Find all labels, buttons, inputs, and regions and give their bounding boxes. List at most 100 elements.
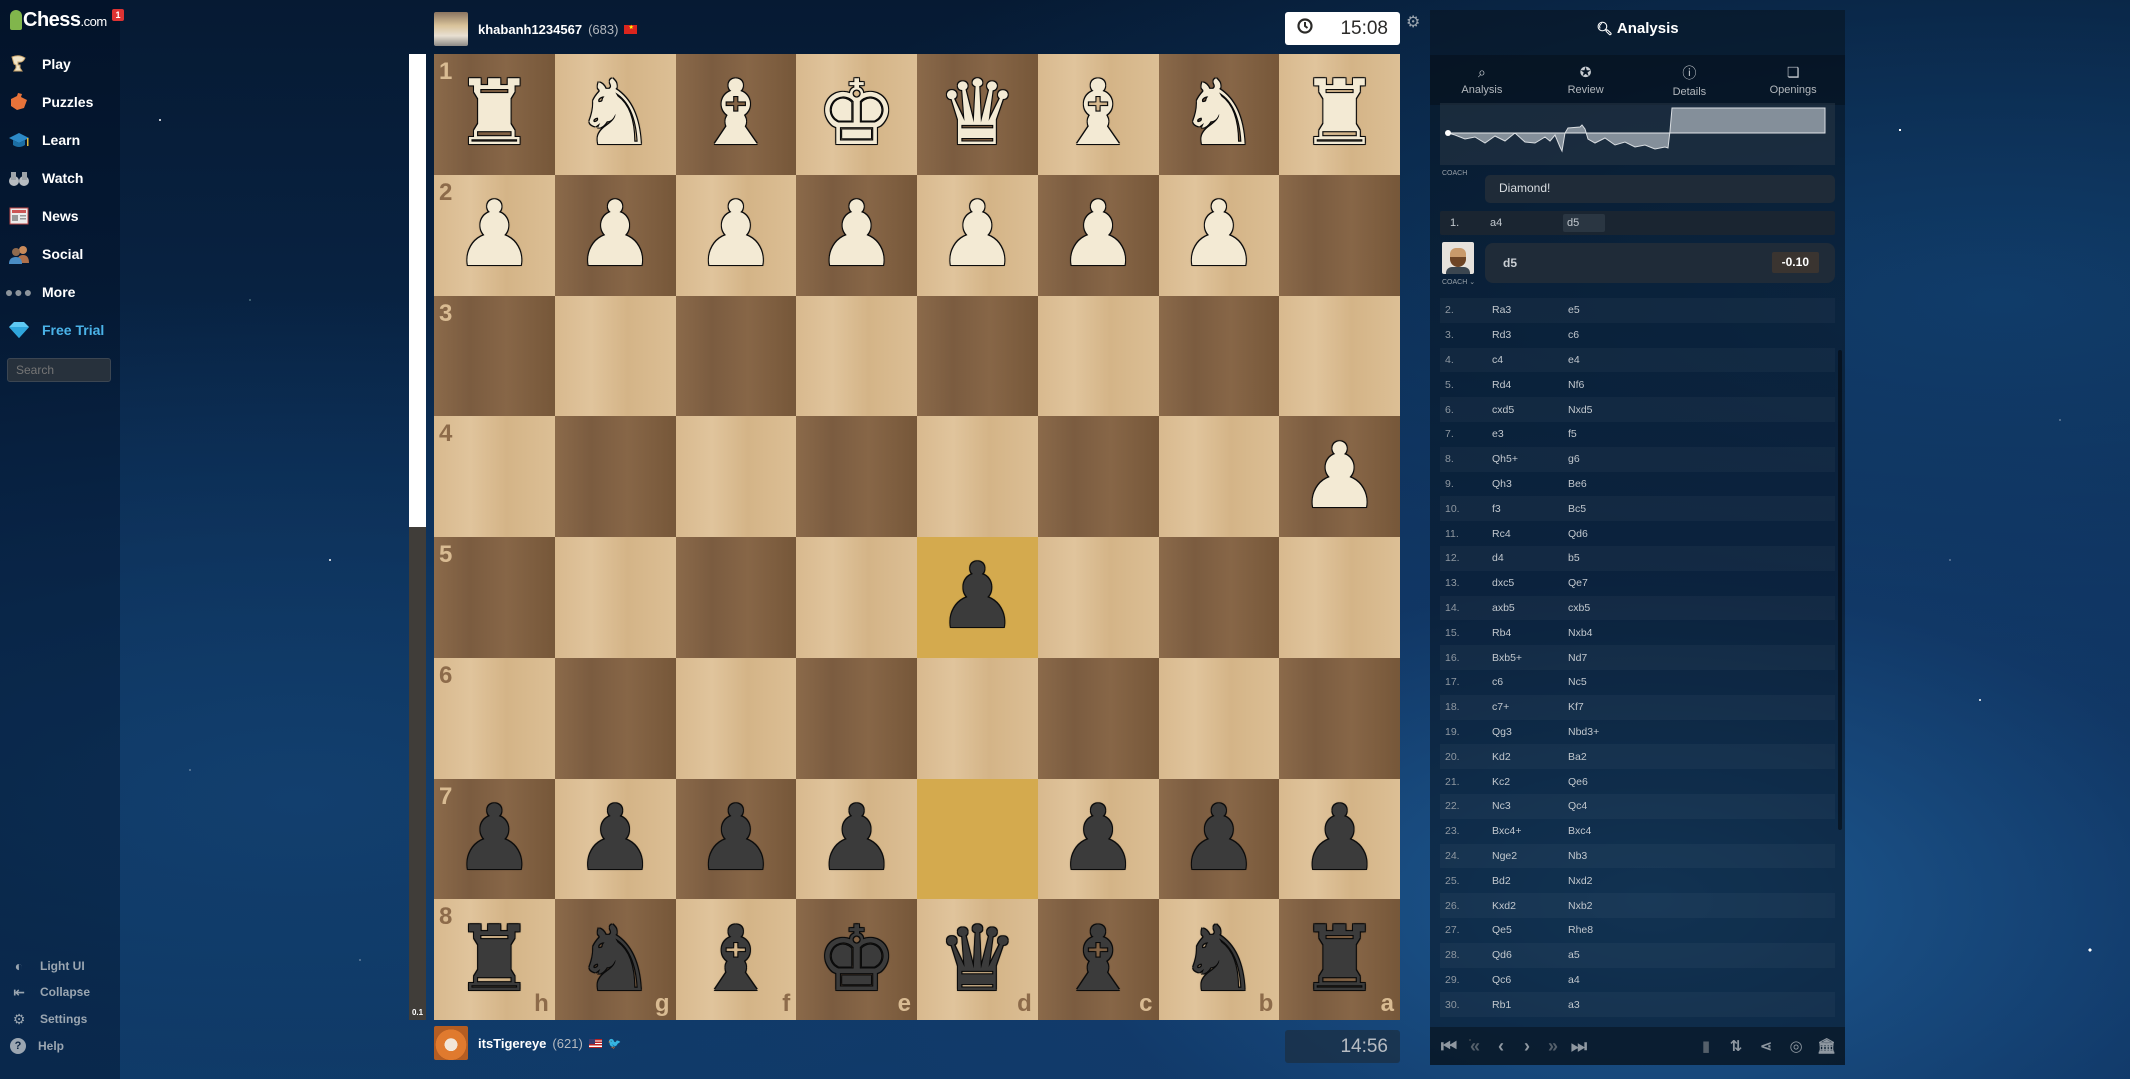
white-bishop[interactable]: ♝	[1058, 69, 1139, 159]
square-g2[interactable]: ♟	[554, 174, 676, 296]
collapse-button[interactable]: ⇤ Collapse	[10, 981, 90, 1003]
previous-move-icon[interactable]: ‹	[1492, 1036, 1510, 1057]
chart-icon[interactable]: ▮	[1697, 1037, 1715, 1055]
square-f4[interactable]	[675, 416, 797, 537]
white-move[interactable]: f3	[1492, 503, 1568, 515]
white-move[interactable]: Kxd2	[1492, 900, 1568, 912]
next-move-icon[interactable]: ›	[1518, 1036, 1536, 1057]
white-knight[interactable]: ♞	[1179, 69, 1260, 159]
black-move[interactable]: Kf7	[1568, 701, 1644, 713]
square-f7[interactable]: ♟	[675, 778, 797, 900]
white-pawn[interactable]: ♟	[1179, 190, 1260, 280]
black-move[interactable]: f5	[1568, 428, 1644, 440]
square-b3[interactable]	[1158, 295, 1280, 417]
square-g4[interactable]	[554, 416, 676, 537]
square-h7[interactable]: 7 ♟	[434, 778, 555, 900]
white-move[interactable]: cxd5	[1492, 404, 1568, 416]
square-d7[interactable]	[917, 778, 1038, 900]
sidebar-item-play[interactable]: Play	[8, 50, 71, 78]
save-to-library-icon[interactable]: 🏛︎	[1817, 1037, 1836, 1055]
square-d2[interactable]: ♟	[917, 174, 1038, 296]
sidebar-item-puzzles[interactable]: Puzzles	[8, 88, 93, 116]
black-pawn[interactable]: ♟	[696, 794, 777, 884]
white-pawn[interactable]: ♟	[575, 190, 656, 280]
black-move[interactable]: g6	[1568, 453, 1644, 465]
settings-link[interactable]: ⚙ Settings	[10, 1008, 88, 1030]
square-a2[interactable]	[1279, 174, 1400, 296]
move-list-scrollbar[interactable]	[1838, 350, 1842, 830]
tab-analysis[interactable]: ⌕ Analysis	[1430, 55, 1534, 105]
chess-board[interactable]: 1 ♜ ♞ ♝ ♚ ♛ ♝ ♞ ♜ 2 ♟ ♟ ♟ ♟ ♟ ♟ ♟ 3 4 ♟ 5 ♟ 6 7 ♟ ♟ ♟ ♟ ♟ ♟ ♟ 8 h ♜ g ♞ f ♝ e ♚…	[434, 54, 1400, 1020]
bottom-player-avatar[interactable]	[434, 1026, 468, 1060]
square-d5[interactable]: ♟	[917, 537, 1038, 658]
square-c5[interactable]	[1037, 537, 1159, 658]
black-rook[interactable]: ♜	[1299, 915, 1380, 1005]
square-e6[interactable]	[796, 657, 917, 779]
black-move[interactable]: Nf6	[1568, 379, 1644, 391]
square-a8[interactable]: a ♜	[1279, 899, 1400, 1020]
square-f2[interactable]: ♟	[675, 174, 797, 296]
black-move[interactable]: Qe7	[1568, 577, 1644, 589]
black-move[interactable]: Qc4	[1568, 800, 1644, 812]
bottom-player-name[interactable]: itsTigereye	[478, 1036, 546, 1051]
board-settings-gear-icon[interactable]: ⚙	[1406, 12, 1420, 32]
white-move[interactable]: c6	[1492, 676, 1568, 688]
square-d6[interactable]	[917, 657, 1038, 779]
coach-label-top[interactable]: COACH	[1442, 170, 1467, 177]
white-bishop[interactable]: ♝	[696, 69, 777, 159]
white-move[interactable]: Rc4	[1492, 528, 1568, 540]
coach-avatar[interactable]	[1442, 242, 1474, 274]
white-move[interactable]: Qh5+	[1492, 453, 1568, 465]
square-d8[interactable]: d ♛	[917, 899, 1038, 1020]
black-pawn[interactable]: ♟	[1299, 794, 1380, 884]
share-icon[interactable]: ⋖	[1757, 1037, 1775, 1055]
top-player-name[interactable]: khabanh1234567	[478, 22, 582, 37]
black-move[interactable]: cxb5	[1568, 602, 1644, 614]
first-move-icon[interactable]: ⏮	[1440, 1036, 1458, 1057]
square-g1[interactable]: ♞	[554, 54, 676, 175]
black-move[interactable]: Nc5	[1568, 676, 1644, 688]
white-rook[interactable]: ♜	[1299, 69, 1380, 159]
black-move[interactable]: Nxb2	[1568, 900, 1644, 912]
white-move[interactable]: a4	[1490, 217, 1502, 229]
white-king[interactable]: ♚	[816, 69, 897, 159]
square-h1[interactable]: 1 ♜	[434, 54, 555, 175]
white-move[interactable]: Bxc4+	[1492, 825, 1568, 837]
black-move[interactable]: b5	[1568, 552, 1644, 564]
white-move[interactable]: Nge2	[1492, 850, 1568, 862]
square-a6[interactable]	[1279, 657, 1400, 779]
white-move[interactable]: Qc6	[1492, 974, 1568, 986]
black-move[interactable]: a4	[1568, 974, 1644, 986]
target-icon[interactable]: ◎	[1787, 1037, 1805, 1055]
square-h6[interactable]: 6	[434, 657, 555, 779]
white-move[interactable]: Qe5	[1492, 924, 1568, 936]
black-move[interactable]: Nxb4	[1568, 627, 1644, 639]
square-b2[interactable]: ♟	[1158, 174, 1280, 296]
chess-com-logo[interactable]: Chess.com 1	[10, 6, 124, 34]
black-move[interactable]: e5	[1568, 304, 1644, 316]
black-move[interactable]: Nd7	[1568, 652, 1644, 664]
sidebar-item-free-trial[interactable]: Free Trial	[8, 316, 104, 344]
square-g8[interactable]: g ♞	[554, 899, 676, 1020]
square-f1[interactable]: ♝	[675, 54, 797, 175]
next-variation-icon[interactable]: »	[1544, 1036, 1562, 1057]
black-bishop[interactable]: ♝	[1058, 915, 1139, 1005]
black-queen[interactable]: ♛	[937, 915, 1018, 1005]
black-move[interactable]: Be6	[1568, 478, 1644, 490]
white-pawn[interactable]: ♟	[696, 190, 777, 280]
black-pawn[interactable]: ♟	[1179, 794, 1260, 884]
light-ui-toggle[interactable]: ◐ Light UI	[10, 955, 85, 977]
square-b7[interactable]: ♟	[1158, 778, 1280, 900]
square-c7[interactable]: ♟	[1037, 778, 1159, 900]
square-a7[interactable]: ♟	[1279, 778, 1400, 900]
sidebar-item-watch[interactable]: Watch	[8, 164, 83, 192]
flip-board-icon[interactable]: ⇅	[1727, 1037, 1745, 1055]
square-d3[interactable]	[917, 295, 1038, 417]
square-c8[interactable]: c ♝	[1037, 899, 1159, 1020]
black-pawn[interactable]: ♟	[1058, 794, 1139, 884]
sidebar-item-learn[interactable]: Learn	[8, 126, 80, 154]
square-e8[interactable]: e ♚	[796, 899, 917, 1020]
square-c6[interactable]	[1037, 657, 1159, 779]
notification-badge[interactable]: 1	[112, 9, 124, 21]
tab-details[interactable]: ⓘ Details	[1638, 55, 1742, 105]
